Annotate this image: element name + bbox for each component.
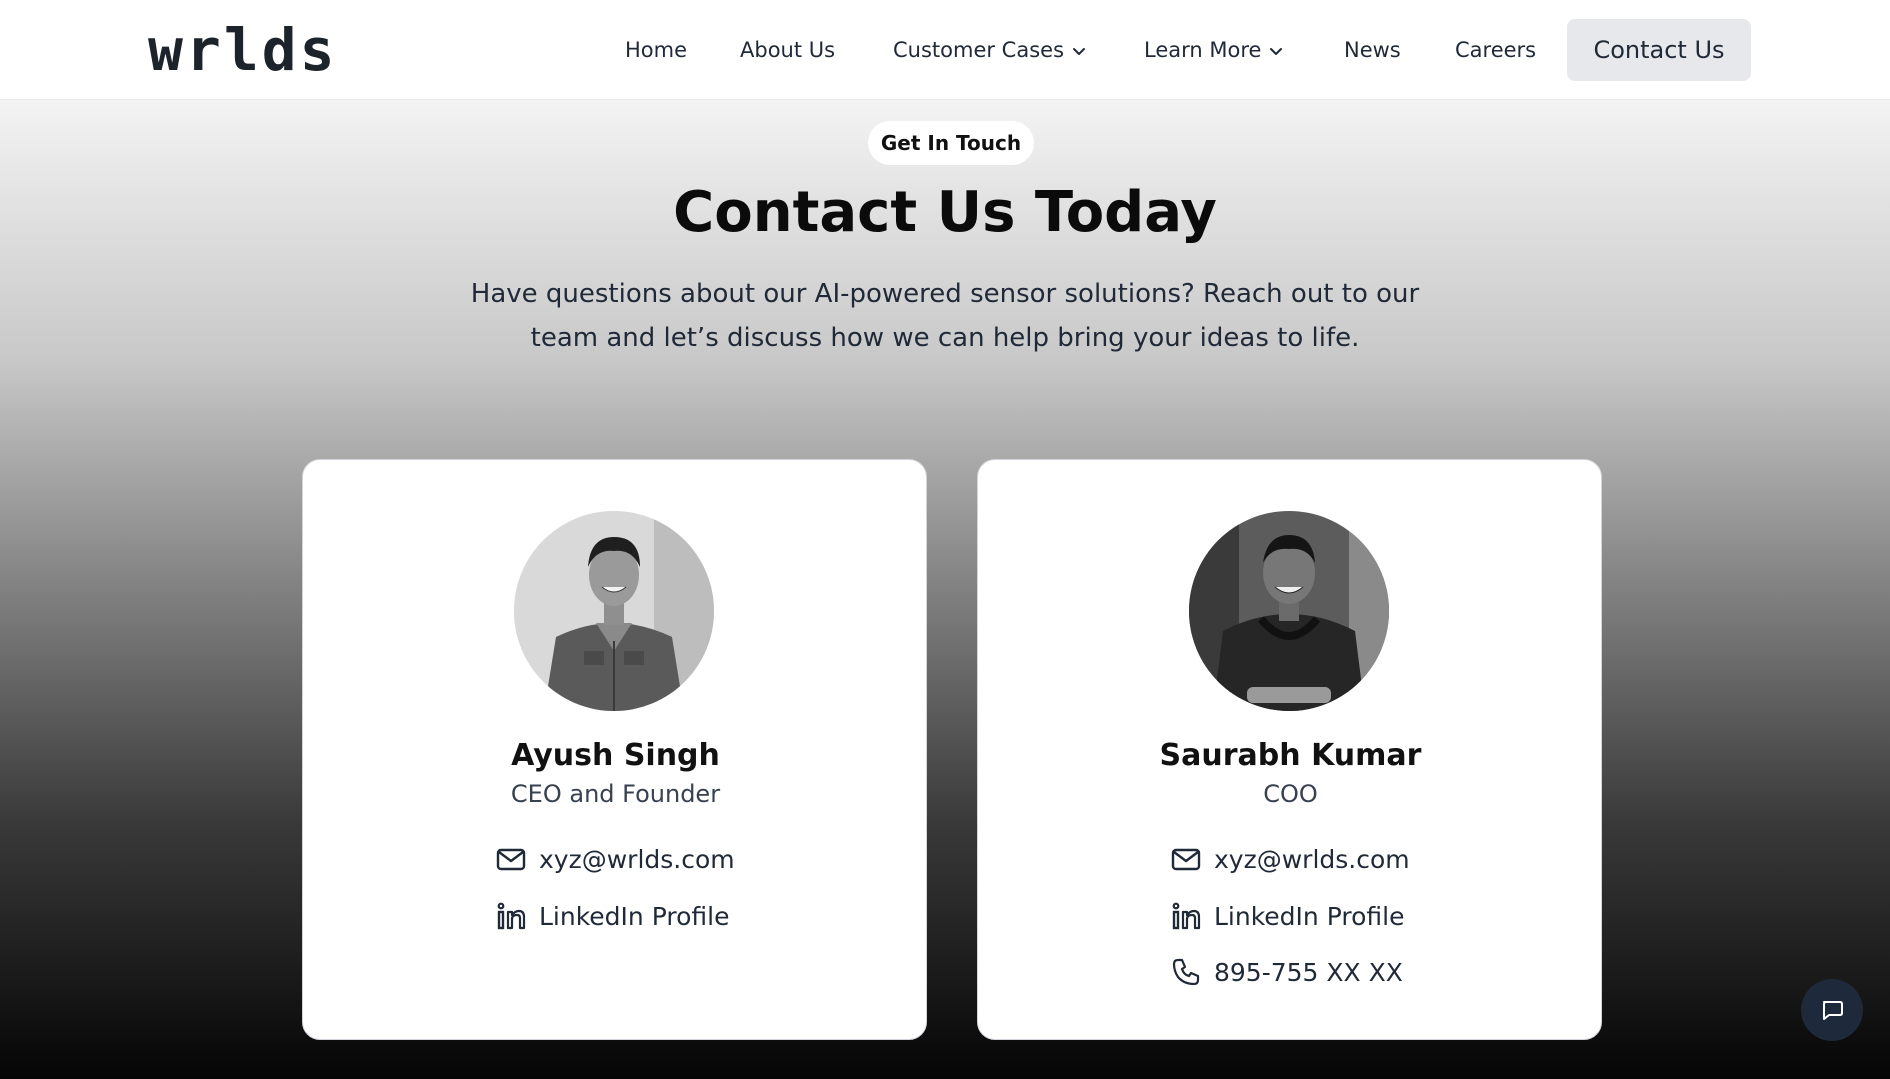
linkedin-text: LinkedIn Profile (539, 901, 730, 931)
nav-news[interactable]: News (1344, 36, 1401, 64)
email-text: xyz@wrlds.com (1214, 844, 1410, 874)
subtitle-line-2: team and let’s discuss how we can help b… (530, 323, 1360, 353)
chevron-down-icon (1073, 48, 1086, 55)
nav-home[interactable]: Home (625, 36, 687, 64)
chevron-down-icon (1270, 48, 1283, 55)
page-title: Contact Us Today (673, 180, 1217, 245)
nav-customer-cases-label: Customer Cases (893, 38, 1065, 62)
avatar (514, 511, 714, 711)
phone-text: 895-755 XX XX (1214, 957, 1403, 987)
nav-about-us[interactable]: About Us (740, 36, 835, 64)
contact-role: COO (1263, 780, 1318, 808)
contact-name: Saurabh Kumar (1159, 738, 1422, 773)
linkedin-link[interactable]: LinkedIn Profile (1170, 898, 1404, 934)
wrlds-logo[interactable]: wrlds (148, 14, 338, 86)
linkedin-icon (1172, 902, 1201, 930)
contact-card-saurabh-kumar: Saurabh Kumar COO xyz@wrlds.com LinkedIn… (977, 459, 1602, 1040)
phone-link[interactable]: 895-755 XX XX (1170, 954, 1403, 990)
linkedin-link[interactable]: LinkedIn Profile (495, 898, 729, 934)
chat-icon (1823, 1001, 1843, 1020)
nav-learn-more-label: Learn More (1144, 38, 1262, 62)
linkedin-icon (497, 902, 526, 930)
contact-us-button[interactable]: Contact Us (1567, 19, 1751, 81)
email-text: xyz@wrlds.com (539, 844, 735, 874)
chat-button[interactable] (1801, 979, 1863, 1041)
page-subtitle: Have questions about our AI-powered sens… (445, 272, 1445, 360)
avatar (1189, 511, 1389, 711)
contact-name: Ayush Singh (511, 738, 720, 773)
nav-customer-cases[interactable]: Customer Cases (893, 36, 1087, 64)
mail-icon (496, 848, 526, 871)
get-in-touch-pill: Get In Touch (868, 121, 1034, 165)
linkedin-text: LinkedIn Profile (1214, 901, 1405, 931)
contact-role: CEO and Founder (510, 780, 721, 808)
subtitle-line-1: Have questions about our AI-powered sens… (470, 279, 1420, 309)
contact-card-ayush-singh: Ayush Singh CEO and Founder xyz@wrlds.co… (302, 459, 927, 1040)
nav-learn-more[interactable]: Learn More (1144, 36, 1284, 64)
site-header: wrlds Home About Us Customer Cases Learn… (0, 0, 1890, 100)
email-link[interactable]: xyz@wrlds.com (495, 841, 735, 877)
email-link[interactable]: xyz@wrlds.com (1170, 841, 1410, 877)
phone-icon (1172, 958, 1200, 986)
nav-careers[interactable]: Careers (1455, 36, 1536, 64)
mail-icon (1171, 848, 1201, 871)
